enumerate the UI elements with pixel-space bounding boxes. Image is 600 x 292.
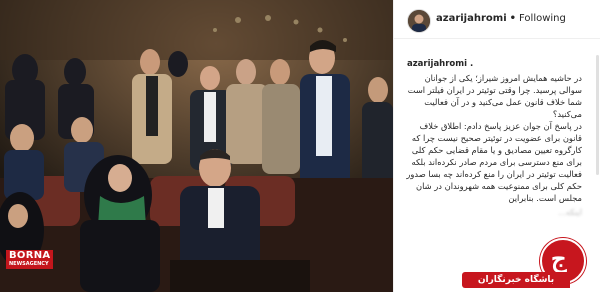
avatar[interactable] <box>407 9 431 33</box>
avatar-image <box>408 10 430 32</box>
logo-text: باشگاه خبرنگاران <box>462 272 570 288</box>
logo-glyph: ج <box>551 244 567 273</box>
post-caption: در حاشیه همایش امروز شیراز؛ یکی از جوانا… <box>404 72 582 218</box>
caption-paragraph-1: در حاشیه همایش امروز شیراز؛ یکی از جوانا… <box>407 73 582 119</box>
post-author: azarijahromi • Following <box>436 13 566 24</box>
caption-faded-line: اینکه... <box>557 207 582 217</box>
author-username[interactable]: azarijahromi <box>436 13 507 24</box>
caption-paragraph-2: در پاسخ آن جوان عزیز پاسخ دادم: اطلاق خل… <box>406 121 582 203</box>
news-agency-logo: ج باشگاه خبرنگاران <box>462 238 592 290</box>
caption-username[interactable]: azarijahromi . <box>407 59 473 69</box>
header-separator: • <box>509 13 517 24</box>
post-photo[interactable]: BORNA NEWSAGENCY <box>0 0 393 292</box>
caption-scrollbar[interactable] <box>596 55 599 175</box>
event-photo-illustration <box>0 0 393 292</box>
post-header: azarijahromi • Following <box>394 0 600 39</box>
borna-watermark-subtitle: NEWSAGENCY <box>9 261 49 267</box>
borna-watermark: BORNA NEWSAGENCY <box>6 250 54 269</box>
borna-watermark-title: BORNA <box>9 250 51 261</box>
following-button[interactable]: Following <box>519 13 566 24</box>
